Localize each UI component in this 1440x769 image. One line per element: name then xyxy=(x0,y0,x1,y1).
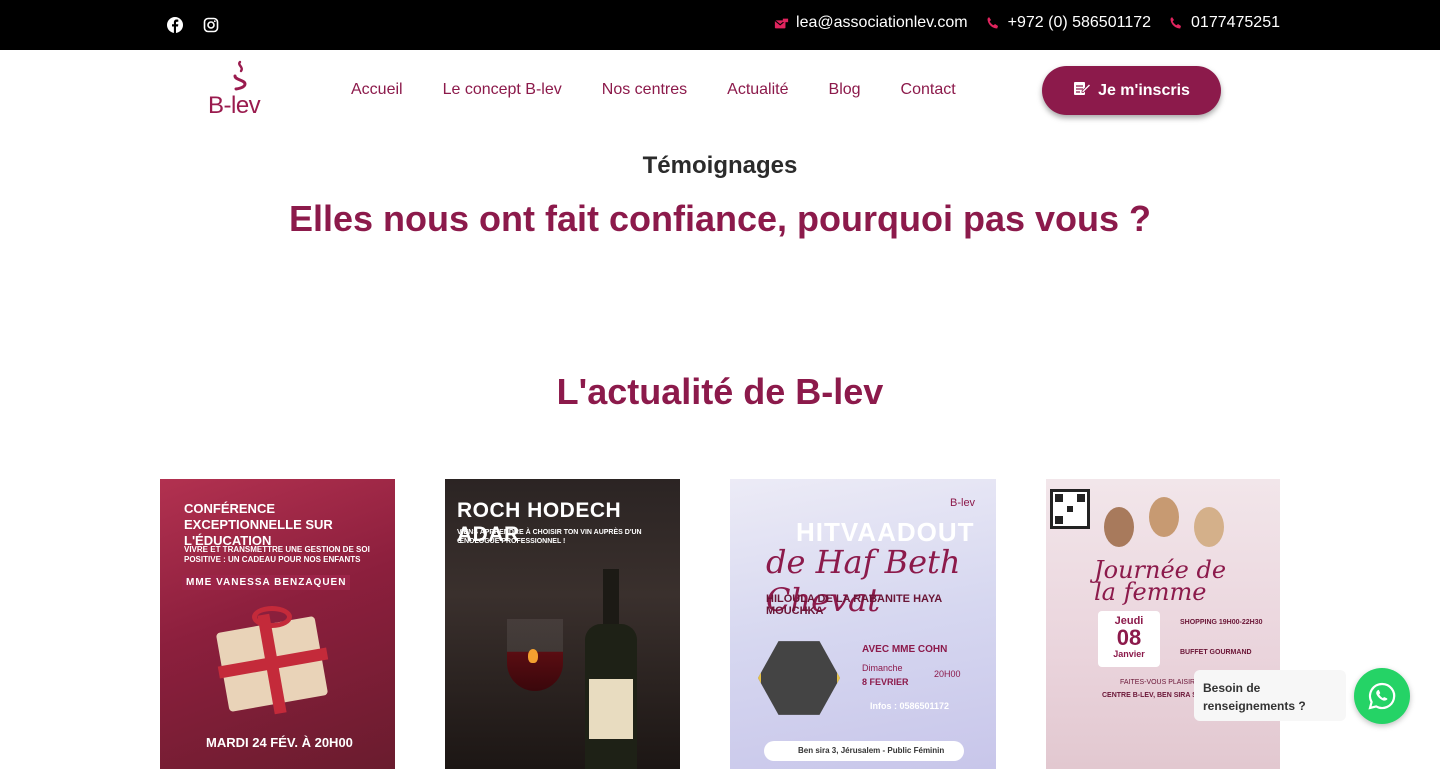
card-day-num: 08 xyxy=(1116,625,1142,650)
candle-flame-image xyxy=(528,649,538,663)
card-date-box: Jeudi 08 Janvier xyxy=(1098,611,1160,667)
nav-item-accueil[interactable]: Accueil xyxy=(351,81,403,99)
card-time: 20H00 xyxy=(934,669,961,679)
card-subline: VIENS APPRENDRE À CHOISIR TON VIN AUPRÈS… xyxy=(457,529,642,545)
phone-text-1: +972 (0) 586501172 xyxy=(1007,14,1152,31)
email-text: lea@associationlev.com xyxy=(796,14,968,31)
testimonials-title: Témoignages xyxy=(642,152,798,179)
chat-bubble[interactable]: Besoin de renseignements ? xyxy=(1194,670,1346,721)
card-speaker: AVEC MME COHN xyxy=(862,644,948,655)
card-month: Janvier xyxy=(1113,649,1145,659)
card-subline: VIVRE ET TRANSMETTRE UNE GESTION DE SOI … xyxy=(184,545,370,564)
news-card-conference[interactable]: CONFÉRENCE EXCEPTIONNELLE SUR L'ÉDUCATIO… xyxy=(160,479,395,769)
card-subline: HILOULA DE LA RABANITE HAYA MOUCHKA xyxy=(766,593,942,617)
mail-icon xyxy=(774,16,789,31)
wine-bottle-image xyxy=(585,569,637,769)
logo-mark-icon xyxy=(233,60,247,91)
phone-icon xyxy=(986,16,1001,31)
card-day: Dimanche xyxy=(862,663,903,673)
card-headline: CONFÉRENCE EXCEPTIONNELLE SUR L'ÉDUCATIO… xyxy=(184,501,333,548)
news-card-journee-femme[interactable]: Journée de la femme Jeudi 08 Janvier SHO… xyxy=(1046,479,1280,769)
testimonials-subtitle: Elles nous ont fait confiance, pourquoi … xyxy=(288,198,1152,239)
social-links xyxy=(167,17,219,33)
nav-item-concept[interactable]: Le concept B-lev xyxy=(443,81,562,99)
card-title: Journée de la femme xyxy=(1094,556,1227,606)
card-date: 8 FEVRIER xyxy=(862,677,909,687)
card-brand: B-lev xyxy=(950,497,976,509)
top-bar: lea@associationlev.com +972 (0) 58650117… xyxy=(0,0,1440,50)
news-title: L'actualité de B-lev xyxy=(556,371,884,412)
logo[interactable]: B-lev xyxy=(208,60,270,119)
site-header: B-lev Accueil Le concept B-lev Nos centr… xyxy=(0,50,1440,130)
nav-item-actualite[interactable]: Actualité xyxy=(727,81,788,99)
phone-link-1[interactable]: +972 (0) 586501172 xyxy=(986,14,1151,32)
card-buffet: BUFFET GOURMAND xyxy=(1180,649,1252,656)
nav-item-centres[interactable]: Nos centres xyxy=(602,81,687,99)
phone-text-2: 0177475251 xyxy=(1191,14,1280,31)
register-button[interactable]: Je m'inscris xyxy=(1042,66,1221,115)
card-shopping: SHOPPING 19H00-22H30 xyxy=(1180,619,1263,626)
main-nav: Accueil Le concept B-lev Nos centres Act… xyxy=(351,81,956,99)
contact-info: lea@associationlev.com +972 (0) 58650117… xyxy=(774,14,1280,32)
nav-item-blog[interactable]: Blog xyxy=(829,81,861,99)
instagram-icon[interactable] xyxy=(203,17,219,33)
whatsapp-icon xyxy=(1368,682,1396,710)
logo-text: B-lev xyxy=(208,92,261,119)
register-label: Je m'inscris xyxy=(1098,81,1190,99)
portrait-image xyxy=(758,641,840,715)
phone-icon xyxy=(1169,16,1184,31)
gift-bow xyxy=(252,606,292,628)
card-speaker: MME VANESSA BENZAQUEN xyxy=(182,575,351,590)
qr-code-icon xyxy=(1050,489,1090,529)
email-link[interactable]: lea@associationlev.com xyxy=(774,14,968,32)
card-location: CENTRE B-LEV, BEN SIRA ST 3 xyxy=(1102,692,1207,699)
news-card-hitvaadout[interactable]: B-lev HITVAADOUT de Haf Beth Chevat HILO… xyxy=(730,479,996,769)
card-address: Ben sira 3, Jérusalem - Public Féminin xyxy=(764,741,964,761)
edit-icon xyxy=(1073,80,1092,101)
whatsapp-button[interactable] xyxy=(1354,668,1410,724)
facebook-icon[interactable] xyxy=(167,17,183,33)
nav-item-contact[interactable]: Contact xyxy=(901,81,956,99)
card-date: MARDI 24 FÉV. À 20H00 xyxy=(206,735,353,750)
phone-link-2[interactable]: 0177475251 xyxy=(1169,14,1280,32)
news-card-roch-hodech[interactable]: ROCH HODECH ADAR VIENS APPRENDRE À CHOIS… xyxy=(445,479,680,769)
card-info: Infos : 0586501172 xyxy=(870,701,950,711)
